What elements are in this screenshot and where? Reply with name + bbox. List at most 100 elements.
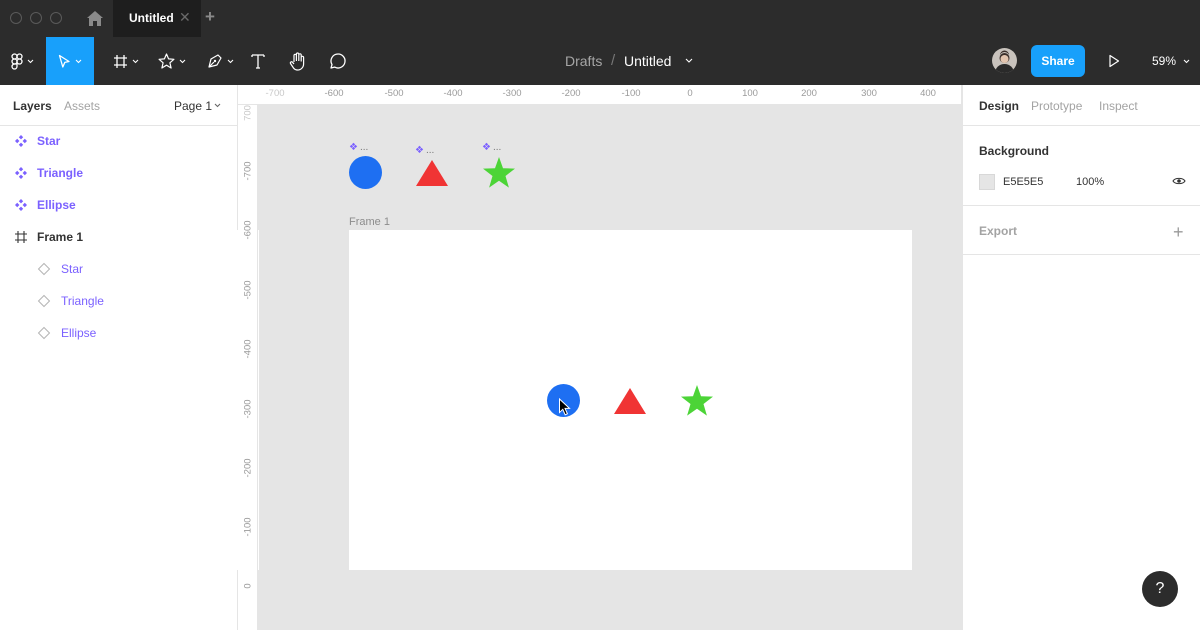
hand-icon [289, 51, 305, 71]
chevron-down-icon[interactable] [685, 58, 693, 63]
shape-star-icon [158, 53, 175, 69]
ruler-top: -700 -600 -500 -400 -300 -200 -100 0 100… [238, 85, 961, 105]
ruler-tick-label: -300 [242, 399, 254, 419]
new-tab-button[interactable]: + [205, 7, 215, 27]
tab-layers[interactable]: Layers [13, 99, 52, 113]
layer-label: Ellipse [61, 326, 97, 340]
chevron-down-icon[interactable] [1183, 59, 1190, 64]
background-section: Background E5E5E5 100% [963, 126, 1200, 206]
share-button[interactable]: Share [1031, 45, 1085, 77]
component-tag-triangle[interactable]: ❖... [415, 145, 434, 156]
ruler-tick-label: -400 [443, 88, 463, 99]
ruler-tick-label: -300 [502, 88, 522, 99]
chevron-down-icon[interactable] [214, 103, 221, 108]
page-selector[interactable]: Page 1 [174, 99, 212, 113]
ruler-tick-label: 200 [801, 88, 817, 99]
component-tag-dots: ... [492, 142, 502, 153]
chevron-down-icon [27, 59, 33, 63]
component-tag-ellipse[interactable]: ❖... [349, 142, 368, 153]
layer-item-triangle-instance[interactable]: Triangle [0, 285, 237, 317]
move-tool-button[interactable] [46, 37, 94, 85]
ruler-tick-label: -500 [384, 88, 404, 99]
ruler-tick-label: -600 [324, 88, 344, 99]
file-name[interactable]: Untitled [624, 53, 671, 69]
frame-1[interactable] [349, 230, 912, 570]
triangle-component[interactable] [415, 159, 449, 187]
window-close-button[interactable] [10, 12, 22, 24]
triangle-instance[interactable] [613, 387, 647, 415]
background-opacity-field[interactable]: 100% [1076, 176, 1104, 188]
layer-label: Triangle [37, 166, 84, 180]
frame-hash-icon [114, 54, 127, 68]
tab-prototype[interactable]: Prototype [1031, 99, 1082, 113]
ruler-tick-label: 700 [242, 105, 254, 121]
eye-icon[interactable] [1172, 176, 1186, 186]
shape-tool-button[interactable] [150, 37, 194, 85]
ruler-tick-label: -100 [242, 517, 254, 537]
component-tag-star[interactable]: ❖... [482, 142, 501, 153]
tab-design[interactable]: Design [979, 99, 1019, 113]
export-title: Export [979, 224, 1018, 238]
component-icon [15, 199, 27, 211]
layer-item-ellipse-instance[interactable]: Ellipse [0, 317, 237, 349]
instance-icon [37, 262, 51, 276]
ruler-tick-label: 100 [742, 88, 758, 99]
breadcrumb-drafts[interactable]: Drafts [565, 53, 602, 69]
window-zoom-button[interactable] [50, 12, 62, 24]
background-hex-field[interactable]: E5E5E5 [1003, 176, 1043, 188]
text-icon [251, 54, 265, 69]
figma-menu-icon [10, 52, 23, 70]
star-component[interactable] [482, 156, 516, 189]
component-tag-dots: ... [359, 142, 369, 153]
ruler-tick-label: 400 [920, 88, 936, 99]
tab-close-icon[interactable]: ✕ [179, 9, 191, 26]
text-tool-button[interactable] [244, 37, 272, 85]
comment-tool-button[interactable] [324, 37, 352, 85]
layer-item-triangle-component[interactable]: Triangle [0, 157, 237, 189]
comment-icon [330, 53, 346, 69]
layer-item-frame-1[interactable]: Frame 1 [0, 221, 600, 570]
help-button[interactable]: ? [1142, 571, 1178, 607]
properties-panel: Design Prototype Inspect Background E5E5… [962, 85, 1200, 630]
layer-item-ellipse-component[interactable]: Ellipse [0, 189, 237, 221]
right-panel-tabs: Design Prototype Inspect [963, 85, 1200, 126]
instance-icon [37, 294, 51, 308]
file-tab[interactable]: Untitled ✕ [113, 0, 201, 37]
tab-inspect[interactable]: Inspect [1099, 99, 1138, 113]
window-minimize-button[interactable] [30, 12, 42, 24]
design-canvas[interactable]: ❖... ❖... ❖... Frame 1 [259, 106, 961, 630]
layer-label: Star [61, 262, 84, 276]
ruler-tick-label: -600 [242, 220, 254, 240]
pen-tool-button[interactable] [198, 37, 242, 85]
zoom-level[interactable]: 59% [1152, 54, 1176, 68]
component-icon [15, 135, 27, 147]
ruler-tick-label: -200 [242, 458, 254, 478]
frame-label[interactable]: Frame 1 [349, 216, 390, 228]
layers-panel: Layers Assets Page 1 Star Triangle Ellip… [0, 85, 600, 630]
layer-item-star-instance[interactable]: Star [0, 253, 237, 285]
star-instance[interactable] [680, 384, 714, 417]
pen-icon [207, 54, 222, 68]
tab-assets[interactable]: Assets [64, 99, 100, 113]
layer-item-star-component[interactable]: Star [0, 125, 237, 157]
ruler-tick-label: -200 [561, 88, 581, 99]
left-panel-tabs: Layers Assets Page 1 [0, 85, 237, 126]
ruler-tick-label: -700 [242, 161, 254, 181]
add-export-button[interactable]: + [1173, 222, 1184, 243]
ellipse-component[interactable] [348, 155, 383, 190]
avatar[interactable] [992, 48, 1017, 73]
layer-label: Star [37, 134, 61, 148]
background-title: Background [979, 144, 1050, 158]
play-icon[interactable] [1108, 54, 1120, 68]
instance-icon [37, 326, 51, 340]
ruler-tick-label: -700 [265, 88, 285, 99]
component-tag-dots: ... [425, 145, 435, 156]
title-bar: Untitled ✕ + [0, 0, 1200, 37]
hand-tool-button[interactable] [284, 37, 312, 85]
background-color-swatch[interactable] [979, 174, 995, 190]
main-menu-button[interactable] [0, 37, 44, 85]
frame-tool-button[interactable] [104, 37, 148, 85]
home-icon[interactable] [86, 10, 104, 27]
chevron-down-icon [132, 59, 139, 63]
mouse-cursor-icon [559, 398, 571, 416]
